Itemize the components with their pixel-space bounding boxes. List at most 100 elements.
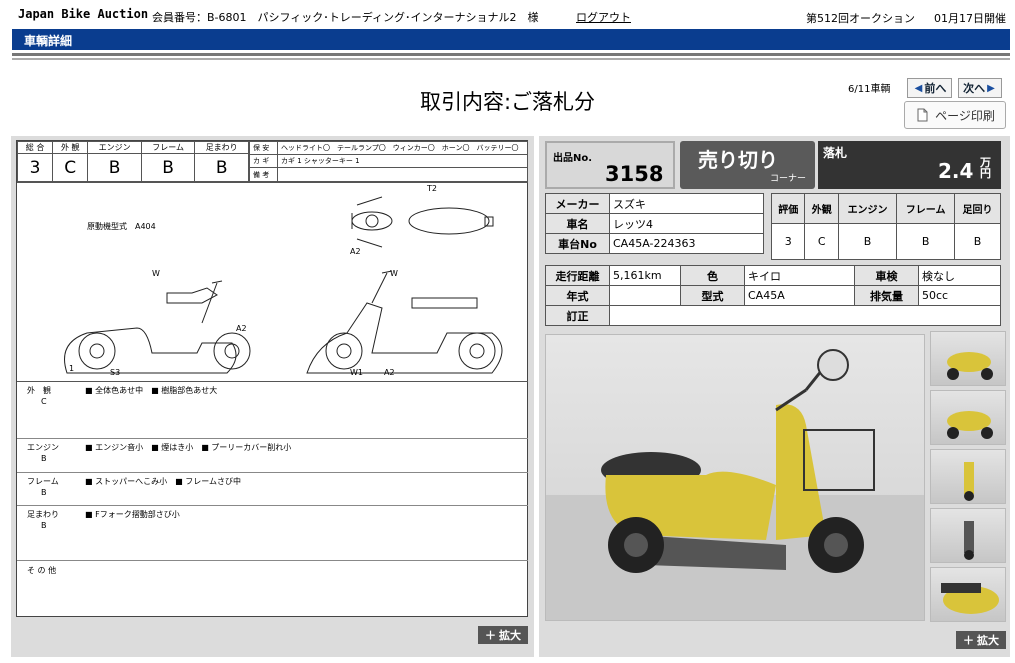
grade-value: B (194, 153, 249, 182)
section-label: そ の 他 (27, 566, 57, 575)
member-info: 会員番号：B-6801 パシフィック･トレーディング･インターナショナル2 様 (152, 11, 539, 24)
model-name-value: レッツ4 (609, 213, 764, 234)
grade-value: B (140, 153, 196, 182)
mark-label: 1 (69, 364, 75, 373)
thumbnail-photo[interactable] (930, 390, 1006, 445)
correction-value (609, 305, 1001, 326)
corner-title: 売り切り (698, 148, 778, 172)
next-label: 次へ (963, 82, 986, 95)
section-grade: C (41, 397, 47, 406)
lot-number: 3158 (605, 162, 664, 186)
vehicle-counter: 6/11車輌 (848, 84, 891, 95)
cell-label: 車台No (545, 233, 610, 254)
cell-label: 年式 (545, 285, 610, 306)
notes-section-engine: エンジン B ■ エンジン音小 ■ 煙はき小 ■ プーリーカバー削れ小 (17, 439, 528, 473)
keys-value: カギ 1 シャッターキー 1 (277, 154, 528, 168)
prev-button[interactable]: ◀ 前へ (907, 78, 952, 98)
eval-header: 足回り (954, 193, 1001, 224)
thumbnail-photo[interactable] (930, 331, 1006, 386)
triangle-right-icon: ▶ (987, 82, 995, 94)
unit-yen: 円 (980, 167, 991, 180)
lot-number-box: 出品No. 3158 (545, 141, 675, 189)
top-header: Japan Bike Auction 会員番号：B-6801 パシフィック･トレ… (0, 0, 1015, 28)
maker-value: スズキ (609, 193, 764, 214)
thumbnail-photo[interactable] (930, 567, 1006, 622)
eval-value: 3 (770, 223, 806, 260)
section-label: 足まわり (27, 510, 59, 519)
price-unit: 万円 (980, 157, 991, 179)
grade-value: 3 (16, 153, 54, 182)
grade-label: 足まわり (194, 141, 249, 154)
row-label: 保 安 (249, 141, 278, 155)
year-value (609, 285, 681, 306)
mark-label: W (390, 269, 398, 278)
cell-label: 車検 (854, 265, 919, 286)
thumbnail-photo[interactable] (930, 449, 1006, 504)
remarks-value (277, 167, 528, 182)
section-grade: B (41, 521, 47, 530)
grade-label: 総 合 (16, 141, 54, 154)
vehicle-basic-table: メーカー スズキ 車名 レッツ4 車台No CA45A-224363 (545, 193, 764, 254)
thumbnail-photo[interactable] (930, 508, 1006, 563)
section-label: エンジン (27, 443, 59, 452)
notes-section-suspension: 足まわり B ■ Fフォーク摺動部さび小 (17, 506, 528, 561)
section-grade: B (41, 488, 47, 497)
row-label: カ ギ (249, 154, 278, 168)
scooter-photo (546, 349, 924, 620)
inspection-sheet: 総 合外 観エンジン フレーム 足まわり 3CBBB 保 安ヘッドライト〇 テールラ… (16, 140, 528, 617)
frame-number-value: CA45A-224363 (609, 233, 764, 254)
section-notes: ■ Fフォーク摺動部さび小 (85, 510, 180, 519)
mark-label: W (152, 269, 160, 278)
mark-label: T2 (427, 184, 437, 193)
section-label: 外 観 (27, 386, 51, 395)
section-grade: B (41, 454, 47, 463)
print-button[interactable]: ページ印刷 (904, 101, 1006, 129)
vehicle-detail-table: 走行距離 5,161km 色キイロ 車検 検なし 年式 型式 CA45A 排気量 50cc 訂正 (545, 265, 1001, 326)
mark-label: A2 (350, 247, 361, 256)
grade-table: 総 合外 観エンジン フレーム 足まわり 3CBBB (16, 141, 249, 182)
cell-label: 型式 (680, 285, 745, 306)
print-label: ページ印刷 (935, 108, 995, 123)
color-value: キイロ (744, 265, 855, 286)
corner-badge: 売り切り コーナー (680, 141, 815, 189)
sold-label: 落札 (823, 146, 848, 160)
expand-label: 拡大 (499, 629, 521, 642)
displacement-value: 50cc (918, 285, 1001, 306)
next-button[interactable]: 次へ ▶ (958, 78, 1002, 98)
expand-sheet-button[interactable]: ＋拡大 (478, 626, 528, 644)
scooter-diagram (64, 196, 503, 374)
grade-value: B (87, 153, 142, 182)
expand-photo-button[interactable]: ＋拡大 (956, 631, 1006, 649)
section-notes: ■ ストッパーへこみ小 ■ フレームさび中 (85, 477, 241, 486)
cell-label: 訂正 (545, 305, 610, 326)
lot-label: 出品No. (553, 153, 593, 164)
cell-label: 走行距離 (545, 265, 610, 286)
eval-value: C (804, 223, 839, 260)
cell-label: メーカー (545, 193, 610, 214)
section-bar: 車輌詳細 (12, 29, 1010, 50)
corner-subtitle: コーナー (770, 174, 807, 184)
mark-label: A2 (236, 324, 247, 333)
grade-label: 外 観 (52, 141, 89, 154)
main-photo[interactable] (545, 334, 925, 621)
grade-label: エンジン (87, 141, 142, 154)
notes-section-frame: フレーム B ■ ストッパーへこみ小 ■ フレームさび中 (17, 473, 528, 506)
mark-label: S3 (110, 368, 121, 377)
cell-label: 車名 (545, 213, 610, 234)
lights-check: ヘッドライト〇 テールランプ〇 ウィンカー〇 ホーン〇 バッテリー〇 (277, 141, 528, 155)
page-title: 取引内容:ご落札分 (419, 90, 596, 114)
section-label: フレーム (27, 477, 59, 486)
eval-value: B (837, 223, 898, 260)
grade-value: C (52, 153, 89, 182)
section-notes: ■ エンジン音小 ■ 煙はき小 ■ プーリーカバー削れ小 (85, 443, 292, 452)
expand-label: 拡大 (977, 634, 999, 647)
mark-label: W1 (350, 368, 363, 377)
grade-label: フレーム (140, 141, 196, 154)
inspection-value: 検なし (918, 265, 1001, 286)
triangle-left-icon: ◀ (914, 82, 923, 94)
cell-label: 排気量 (854, 285, 919, 306)
section-notes: ■ 全体色あせ中 ■ 樹脂部色あせ大 (85, 386, 218, 395)
type-value: CA45A (744, 285, 855, 306)
eval-header: エンジン (837, 193, 898, 224)
logout-link[interactable]: ログアウト (576, 9, 631, 25)
